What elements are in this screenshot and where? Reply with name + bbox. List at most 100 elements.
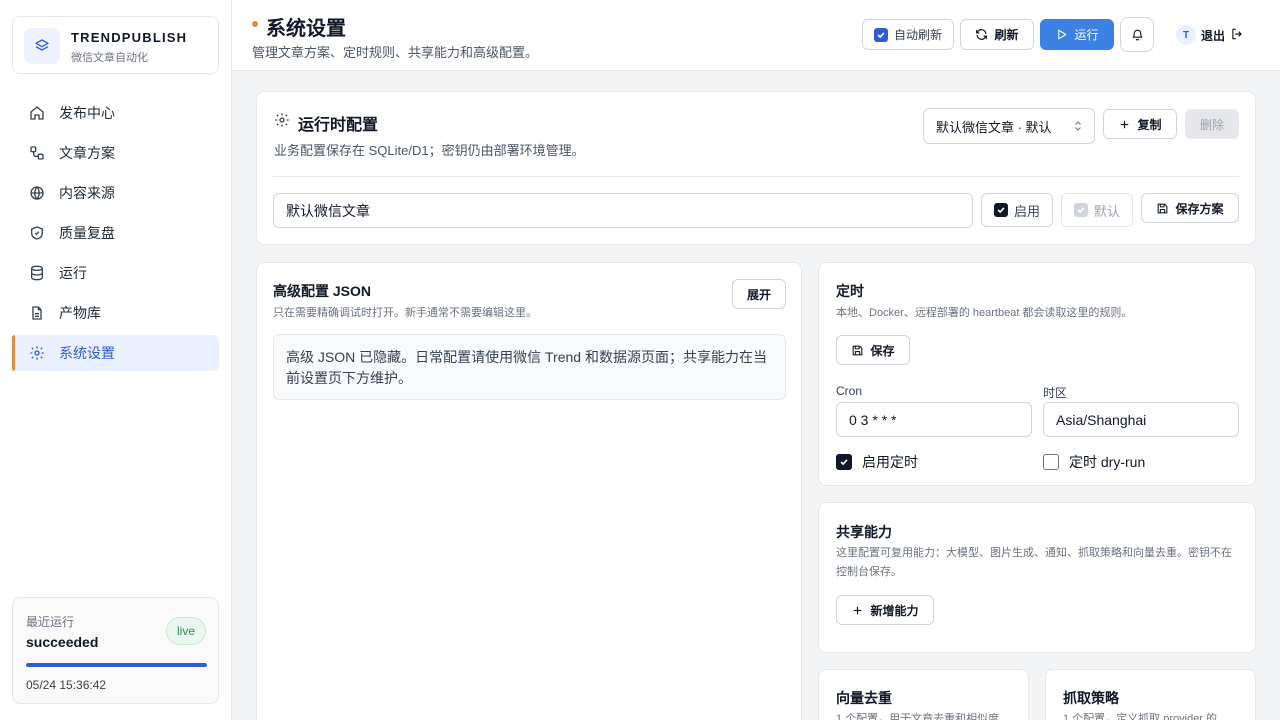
plus-icon bbox=[1121, 120, 1129, 128]
schedule-title: 定时 bbox=[836, 283, 864, 299]
refresh-icon bbox=[976, 29, 988, 40]
run-label: 运行 bbox=[1074, 28, 1099, 42]
fetch-strategy-desc: 1 个配置，定义抓取 provider 的 bbox=[1063, 713, 1218, 720]
run-button[interactable]: 运行 bbox=[1040, 19, 1114, 50]
workflow-icon bbox=[30, 146, 44, 160]
enable-schedule-label: 启用定时 bbox=[862, 454, 918, 470]
vector-dedup-card[interactable]: 向量去重 1 个配置，用于文章去重和相似度 bbox=[818, 669, 1029, 720]
copy-button[interactable]: 复制 bbox=[1103, 109, 1177, 139]
auto-refresh-label: 自动刷新 bbox=[893, 28, 942, 42]
dry-run-toggle[interactable]: 定时 dry-run bbox=[1043, 452, 1145, 472]
expand-button[interactable]: 展开 bbox=[732, 279, 786, 309]
database-icon bbox=[31, 265, 43, 281]
sidebar-item-runs[interactable]: 运行 bbox=[12, 255, 219, 291]
cron-label: Cron bbox=[836, 384, 863, 398]
refresh-button[interactable]: 刷新 bbox=[960, 19, 1034, 50]
schedule-save-button[interactable]: 保存 bbox=[836, 335, 910, 365]
copy-label: 复制 bbox=[1137, 117, 1162, 132]
brand-card[interactable]: TRENDPUBLISH 微信文章自动化 bbox=[12, 16, 219, 74]
sidebar-item-label: 发布中心 bbox=[59, 105, 115, 121]
sidebar: TRENDPUBLISH 微信文章自动化 发布中心 文章方案 内容来源 质量复盘… bbox=[0, 0, 232, 720]
progress-fill bbox=[26, 663, 207, 667]
delete-label: 删除 bbox=[1199, 117, 1224, 132]
timezone-input[interactable]: Asia/Shanghai bbox=[1043, 402, 1239, 437]
checkbox-icon bbox=[1073, 203, 1088, 217]
cron-value: 0 3 * * * bbox=[849, 411, 897, 428]
sidebar-item-label: 运行 bbox=[59, 265, 87, 281]
sidebar-item-label: 系统设置 bbox=[59, 345, 115, 361]
runtime-config-desc: 业务配置保存在 SQLite/D1；密钥仍由部署环境管理。 bbox=[274, 143, 585, 158]
profile-name-value: 默认微信文章 bbox=[286, 202, 370, 219]
schedule-card: 定时 本地、Docker、远程部署的 heartbeat 都会读取这里的规则。 … bbox=[818, 262, 1256, 486]
checkbox-icon bbox=[836, 454, 852, 470]
vector-dedup-title: 向量去重 bbox=[836, 690, 892, 706]
enable-label: 启用 bbox=[1013, 203, 1040, 219]
refresh-label: 刷新 bbox=[994, 28, 1019, 42]
sidebar-item-publish-center[interactable]: 发布中心 bbox=[12, 95, 219, 131]
shared-capabilities-title: 共享能力 bbox=[836, 524, 892, 540]
runtime-config-title: 运行时配置 bbox=[298, 117, 379, 134]
vector-dedup-desc: 1 个配置，用于文章去重和相似度 bbox=[836, 713, 1000, 720]
checkbox-icon bbox=[873, 27, 888, 42]
last-run-progress bbox=[26, 663, 207, 667]
shared-capabilities-card: 共享能力 这里配置可复用能力：大模型、图片生成、通知、抓取策略和向量去重。密钥不… bbox=[818, 502, 1256, 653]
fetch-strategy-title: 抓取策略 bbox=[1063, 690, 1119, 706]
last-run-card[interactable]: 最近运行 succeeded live 05/24 15:36:42 bbox=[12, 597, 219, 704]
sidebar-item-article-plans[interactable]: 文章方案 bbox=[12, 135, 219, 171]
home-icon bbox=[30, 106, 44, 120]
timezone-label: 时区 bbox=[1043, 386, 1068, 400]
avatar[interactable]: T bbox=[1176, 25, 1196, 45]
save-icon bbox=[853, 345, 863, 355]
profile-select-value: 默认微信文章 · 默认 bbox=[936, 119, 1052, 135]
checkbox-icon bbox=[993, 203, 1008, 217]
page-subtitle: 管理文章方案、定时规则、共享能力和高级配置。 bbox=[252, 45, 539, 60]
save-profile-button[interactable]: 保存方案 bbox=[1141, 193, 1239, 223]
last-run-title: 最近运行 bbox=[26, 615, 75, 629]
layers-icon bbox=[24, 28, 60, 64]
advanced-json-card: 高级配置 JSON 只在需要精确调试时打开。新手通常不需要编辑这里。 展开 高级… bbox=[256, 262, 802, 720]
sidebar-item-artifacts[interactable]: 产物库 bbox=[12, 295, 219, 331]
advanced-json-info: 高级 JSON 已隐藏。日常配置请使用微信 Trend 和数据源页面；共享能力在… bbox=[273, 334, 786, 400]
sidebar-item-quality-review[interactable]: 质量复盘 bbox=[12, 215, 219, 251]
page-header: 系统设置 管理文章方案、定时规则、共享能力和高级配置。 自动刷新 刷新 运行 T… bbox=[232, 0, 1280, 71]
delete-button[interactable]: 删除 bbox=[1185, 109, 1239, 139]
timezone-value: Asia/Shanghai bbox=[1056, 411, 1147, 428]
fetch-strategy-card[interactable]: 抓取策略 1 个配置，定义抓取 provider 的 bbox=[1045, 669, 1256, 720]
advanced-json-desc: 只在需要精确调试时打开。新手通常不需要编辑这里。 bbox=[273, 307, 537, 319]
auto-refresh-toggle[interactable]: 自动刷新 bbox=[862, 19, 954, 50]
sidebar-nav: 发布中心 文章方案 内容来源 质量复盘 运行 产物库 系统设置 bbox=[12, 95, 219, 375]
expand-label: 展开 bbox=[746, 287, 771, 302]
cron-input[interactable]: 0 3 * * * bbox=[836, 402, 1032, 437]
sidebar-item-content-sources[interactable]: 内容来源 bbox=[12, 175, 219, 211]
sidebar-item-label: 文章方案 bbox=[59, 145, 115, 161]
default-toggle[interactable]: 默认 bbox=[1061, 193, 1133, 227]
add-capability-button[interactable]: 新增能力 bbox=[836, 595, 934, 625]
divider bbox=[273, 176, 1239, 177]
page-title: 系统设置 bbox=[266, 18, 346, 40]
sidebar-item-settings[interactable]: 系统设置 bbox=[12, 335, 219, 371]
enable-schedule-toggle[interactable]: 启用定时 bbox=[836, 452, 918, 472]
notifications-button[interactable] bbox=[1120, 17, 1154, 52]
save-profile-label: 保存方案 bbox=[1175, 201, 1224, 216]
gear-icon bbox=[275, 113, 289, 127]
sidebar-item-label: 内容来源 bbox=[59, 185, 115, 201]
shield-check-icon bbox=[31, 226, 43, 240]
file-icon bbox=[32, 306, 42, 320]
logout-button[interactable]: 退出 bbox=[1201, 27, 1225, 44]
default-label: 默认 bbox=[1093, 203, 1120, 219]
live-badge: live bbox=[165, 617, 206, 645]
logout-icon[interactable] bbox=[1230, 27, 1244, 41]
plus-icon bbox=[854, 606, 862, 614]
shared-capabilities-desc: 这里配置可复用能力：大模型、图片生成、通知、抓取策略和向量去重。密钥不在控制台保… bbox=[836, 547, 1232, 578]
schedule-save-label: 保存 bbox=[870, 343, 895, 358]
schedule-desc: 本地、Docker、远程部署的 heartbeat 都会读取这里的规则。 bbox=[836, 307, 1133, 319]
chevron-updown-icon bbox=[1075, 121, 1081, 131]
last-run-time: 05/24 15:36:42 bbox=[26, 678, 107, 692]
profile-select[interactable]: 默认微信文章 · 默认 bbox=[923, 108, 1095, 144]
enable-toggle[interactable]: 启用 bbox=[981, 193, 1053, 227]
brand-name: TRENDPUBLISH bbox=[71, 30, 188, 45]
bell-icon bbox=[1132, 29, 1142, 41]
brand-subtitle: 微信文章自动化 bbox=[71, 52, 148, 64]
profile-name-input[interactable]: 默认微信文章 bbox=[273, 193, 973, 228]
save-icon bbox=[1158, 203, 1168, 213]
